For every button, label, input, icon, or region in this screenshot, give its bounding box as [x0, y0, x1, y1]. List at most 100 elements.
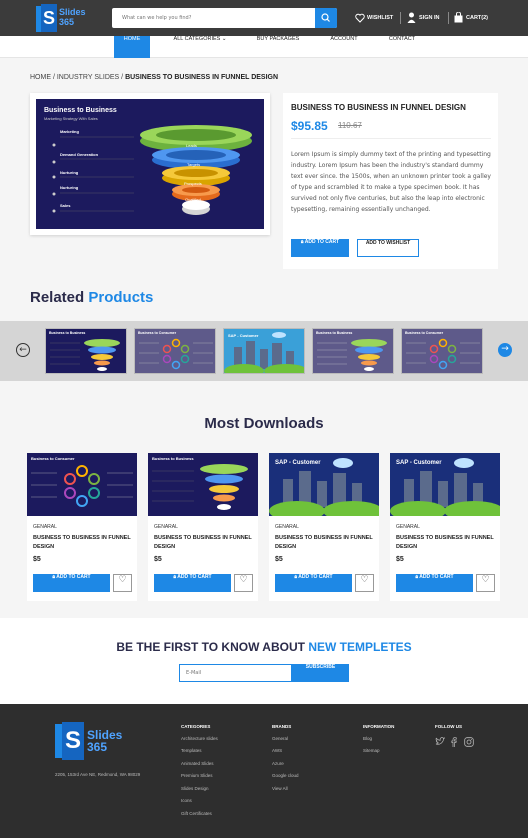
nav-account[interactable]: ACCOUNT: [326, 36, 362, 58]
related-thumb[interactable]: SAP - Customer: [223, 328, 305, 374]
user-icon[interactable]: [407, 12, 416, 23]
logo-s-mark: S: [62, 722, 84, 760]
card-price: $5: [33, 556, 41, 563]
breadcrumb: HOME / INDUSTRY SLIDES / BUSINESS TO BUS…: [30, 74, 278, 81]
cart-link[interactable]: CART(2): [466, 13, 488, 23]
card-title[interactable]: BUSINESS TO BUSINESS IN FUNNEL DESIGN: [33, 534, 133, 552]
wishlist-link[interactable]: WISHLIST: [367, 13, 393, 23]
wishlist-heart-button[interactable]: ♡: [234, 574, 253, 592]
related-thumb[interactable]: Business to Consumer: [134, 328, 216, 374]
wishlist-heart-button[interactable]: ♡: [355, 574, 374, 592]
footer-link[interactable]: Google cloud: [272, 773, 299, 778]
twitter-icon[interactable]: [435, 737, 445, 746]
footer-link[interactable]: Azure: [272, 761, 284, 766]
card-category: GENARAL: [33, 524, 57, 530]
breadcrumb-category[interactable]: INDUSTRY SLIDES: [57, 74, 119, 81]
nav-contact[interactable]: CONTACT: [386, 36, 418, 58]
heart-icon: ♡: [239, 575, 248, 585]
instagram-icon[interactable]: [464, 737, 474, 747]
lock-icon: 🔒︎: [173, 574, 177, 580]
breadcrumb-home[interactable]: HOME: [30, 74, 51, 81]
product-card[interactable]: Business to Business GENARAL BUSINESS TO…: [148, 453, 258, 601]
footer-link[interactable]: Gift Certificates: [181, 811, 212, 816]
funnel-graphic: [52, 125, 252, 215]
funnel-thumbnail: [50, 339, 120, 371]
footer-logo[interactable]: S Slides 365: [55, 722, 125, 760]
card-image[interactable]: SAP - Customer: [269, 453, 379, 516]
card-image[interactable]: SAP - Customer: [390, 453, 500, 516]
wishlist-heart-button[interactable]: ♡: [113, 574, 132, 592]
site-footer: S Slides 365 2205, 153rd Ave NE, Redmond,…: [0, 704, 528, 838]
card-title[interactable]: BUSINESS TO BUSINESS IN FUNNEL DESIGN: [275, 534, 375, 552]
footer-link[interactable]: Templates: [181, 748, 202, 753]
wishlist-heart-button[interactable]: ♡: [476, 574, 495, 592]
search-button[interactable]: [315, 8, 337, 28]
product-card[interactable]: SAP - Customer GENARAL BUSINESS TO BUSIN…: [269, 453, 379, 601]
add-to-cart-button[interactable]: 🔒︎ ADD TO CART: [275, 574, 352, 592]
product-image[interactable]: Business to Business Marketing Strategy …: [30, 93, 270, 235]
card-price: $5: [275, 556, 283, 563]
add-to-cart-button[interactable]: 🔒︎ ADD TO CART: [154, 574, 231, 592]
cycle-thumbnail: [406, 338, 480, 370]
heading-accent: Products: [88, 289, 154, 306]
lock-icon: 🔒︎: [294, 574, 298, 580]
footer-link[interactable]: View All: [272, 786, 288, 791]
related-thumb[interactable]: Business to Consumer: [401, 328, 483, 374]
footer-link[interactable]: Slides Design: [181, 786, 209, 791]
search-input[interactable]: [112, 8, 315, 28]
shopping-bag-icon[interactable]: [454, 12, 463, 23]
funnel-label: Qualified: [185, 197, 201, 202]
logo-text: Slides 365: [59, 7, 86, 27]
footer-heading: CATEGORIES: [181, 724, 211, 729]
site-header: S Slides365 WISHLIST SIGN IN CART(2): [0, 0, 528, 36]
carousel-next-arrow[interactable]: →: [498, 343, 512, 357]
footer-heading: BRANDS: [272, 724, 292, 729]
nav-all-categories[interactable]: ALL CATEGORIES ⌄: [172, 36, 228, 58]
footer-link[interactable]: Icons: [181, 798, 192, 803]
lock-icon: 🔒︎: [415, 574, 419, 580]
product-card[interactable]: SAP - Customer GENARAL BUSINESS TO BUSIN…: [390, 453, 500, 601]
footer-link[interactable]: Architecture slides: [181, 736, 218, 741]
product-card[interactable]: Business to Consumer GENARAL BUSINESS TO…: [27, 453, 137, 601]
button-label: ADD TO CART: [304, 239, 340, 245]
add-to-cart-button[interactable]: 🔒︎ ADD TO CART: [396, 574, 473, 592]
sign-in-link[interactable]: SIGN IN: [419, 13, 439, 23]
heading-part: BE THE FIRST TO KNOW ABOUT: [116, 640, 305, 654]
footer-link[interactable]: AWS: [272, 748, 282, 753]
add-to-wishlist-button[interactable]: ADD TO WISHLIST: [357, 239, 419, 257]
newsletter-heading: BE THE FIRST TO KNOW ABOUT NEW TEMPLETES: [0, 640, 528, 654]
card-category: GENARAL: [154, 524, 178, 530]
search-bar: [112, 8, 337, 28]
add-to-cart-button[interactable]: 🔒︎ ADD TO CART: [291, 239, 349, 257]
card-category: GENARAL: [275, 524, 299, 530]
facebook-icon[interactable]: [451, 737, 457, 747]
nav-label: ALL CATEGORIES: [173, 36, 221, 42]
product-description: Lorem Ipsum is simply dummy text of the …: [291, 151, 491, 213]
nav-buy-packages[interactable]: BUY PACKAGES: [254, 36, 302, 58]
card-title[interactable]: BUSINESS TO BUSINESS IN FUNNEL DESIGN: [154, 534, 254, 552]
card-price: $5: [396, 556, 404, 563]
card-image[interactable]: Business to Consumer: [27, 453, 137, 516]
card-title[interactable]: BUSINESS TO BUSINESS IN FUNNEL DESIGN: [396, 534, 496, 552]
button-label: ADD TO CART: [419, 574, 454, 580]
add-to-cart-button[interactable]: 🔒︎ ADD TO CART: [33, 574, 110, 592]
footer-link[interactable]: Animated Slides: [181, 761, 214, 766]
footer-link[interactable]: General: [272, 736, 288, 741]
product-info: BUSINESS TO BUSINESS IN FUNNEL DESIGN $9…: [283, 93, 498, 269]
heart-icon[interactable]: [355, 13, 365, 23]
related-thumb[interactable]: Business to Business: [312, 328, 394, 374]
related-thumb[interactable]: Business to Business: [45, 328, 127, 374]
card-image[interactable]: Business to Business: [148, 453, 258, 516]
footer-link[interactable]: Blog: [363, 736, 372, 741]
funnel-label: Leads: [186, 143, 197, 148]
site-logo[interactable]: S Slides 365: [36, 4, 88, 32]
subscribe-button[interactable]: SUBSCRIBE: [292, 664, 349, 682]
footer-link[interactable]: Premium Slides: [181, 773, 213, 778]
nav-home[interactable]: HOME: [114, 36, 150, 58]
footer-link[interactable]: Sitemap: [363, 748, 380, 753]
footer-address: 2205, 153rd Ave NE, Redmond, WA 98029: [55, 772, 141, 777]
funnel-slide: Business to Business Marketing Strategy …: [36, 99, 264, 229]
carousel-prev-arrow[interactable]: ←: [16, 343, 30, 357]
email-input[interactable]: [179, 664, 292, 682]
card-category: GENARAL: [396, 524, 420, 530]
